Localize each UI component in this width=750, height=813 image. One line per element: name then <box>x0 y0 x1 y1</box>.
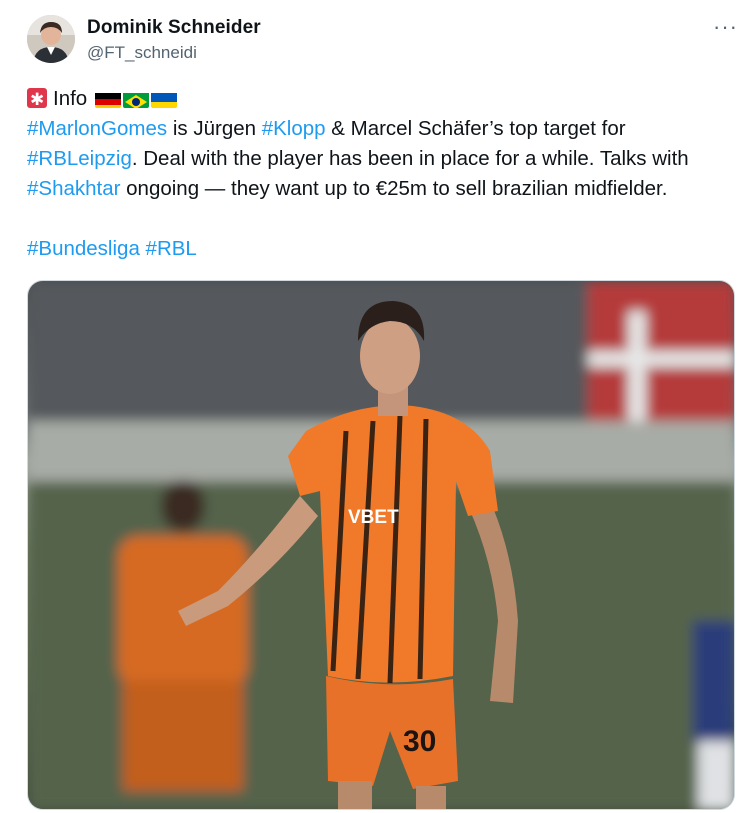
tweet-photo[interactable]: VBET 30 <box>27 280 735 810</box>
hashtag-line: #Bundesliga #RBL <box>27 234 737 264</box>
text-segment: ongoing — they want up to €25m to sell b… <box>120 177 668 200</box>
hashtag-rbleipzig[interactable]: #RBLeipzig <box>27 147 132 170</box>
hashtag-marlongomes[interactable]: #MarlonGomes <box>27 117 167 140</box>
ukraine-flag-icon <box>150 90 177 108</box>
germany-flag-icon <box>94 90 121 108</box>
shirt-number: 30 <box>403 725 436 758</box>
author-handle[interactable]: @FT_schneidi <box>87 43 197 63</box>
author-name[interactable]: Dominik Schneider <box>87 17 261 39</box>
hashtag-klopp[interactable]: #Klopp <box>262 117 326 140</box>
hashtag-shakhtar[interactable]: #Shakhtar <box>27 177 120 200</box>
siren-icon <box>27 85 47 115</box>
author-avatar[interactable] <box>27 15 75 63</box>
text-segment: . Deal with the player has been in place… <box>131 147 689 170</box>
info-line: Info <box>27 84 737 115</box>
tweet-text: Info #MarlonGomes is Jürgen #Klopp & Mar… <box>27 84 737 264</box>
hashtag-bundesliga[interactable]: #Bundesliga <box>27 237 140 260</box>
sponsor-text: VBET <box>348 507 399 528</box>
info-label: Info <box>53 87 88 110</box>
text-segment: is Jürgen <box>167 117 262 140</box>
hashtag-rbl[interactable]: #RBL <box>146 237 197 260</box>
avatar-image <box>27 15 75 63</box>
player-photo: VBET 30 <box>28 281 734 809</box>
brazil-flag-icon <box>122 90 149 108</box>
more-options-button[interactable]: ··· <box>713 14 738 40</box>
text-segment: & Marcel Schäfer’s top target for <box>325 117 626 140</box>
main-paragraph: #MarlonGomes is Jürgen #Klopp & Marcel S… <box>27 114 737 204</box>
